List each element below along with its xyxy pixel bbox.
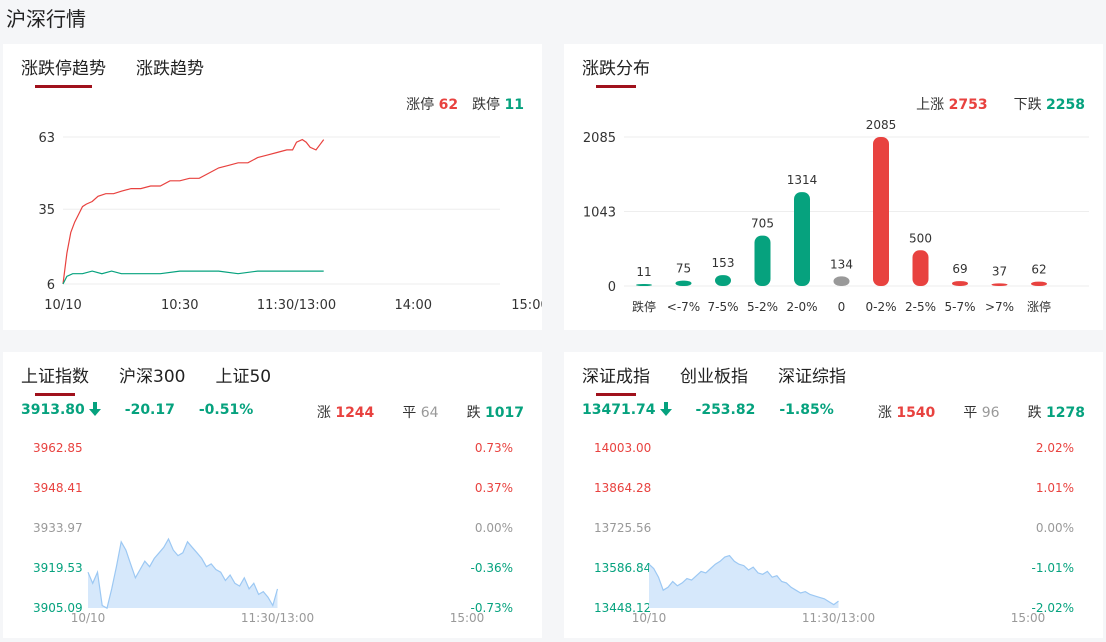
category-label: 涨停 — [1027, 299, 1051, 314]
bar — [636, 284, 652, 286]
bar — [873, 137, 889, 286]
y-tick-label-right: 0.37% — [475, 481, 513, 495]
y-tick-label-left: 3933.97 — [33, 521, 83, 535]
x-tick-label: 10:30 — [161, 298, 198, 313]
bar — [715, 275, 731, 286]
bar — [1031, 281, 1047, 286]
category-label: 5-2% — [747, 300, 778, 314]
limit-trend-chart: 63 35 6 10/10 10:30 11:30/13:00 14:00 15:00 — [38, 131, 542, 313]
x-tick-label: 10/10 — [71, 611, 106, 625]
y-tick-label-left: 13725.56 — [594, 521, 651, 535]
category-label: 5-7% — [944, 300, 975, 314]
y-tick-label-right: 0.73% — [475, 441, 513, 455]
bar-value-label: 75 — [676, 262, 691, 276]
category-label: 0 — [838, 300, 846, 314]
y-tick-label-right: 0.00% — [1036, 521, 1074, 535]
distribution-panel: 涨跌分布 上涨 2753 下跌 2258 2085 1043 0 11 跌停 75 <-7%… — [564, 44, 1103, 330]
category-label: <-7% — [667, 300, 700, 314]
page-title: 沪深行情 — [6, 7, 86, 31]
y-tick-label-left: 3919.53 — [33, 561, 83, 575]
y-tick-label: 35 — [38, 203, 55, 218]
y-tick-label: 6 — [47, 278, 55, 293]
bar — [794, 192, 810, 286]
x-tick-label: 10/10 — [632, 611, 667, 625]
y-tick-label-right: 0.00% — [475, 521, 513, 535]
series-line — [62, 138, 325, 285]
sh-index-panel: 上证指数 沪深300 上证50 3913.80 -20.17 -0.51% 涨 … — [3, 352, 542, 638]
sz-index-panel: 深证成指 创业板指 深证综指 13471.74 -253.82 -1.85% 涨… — [564, 352, 1103, 638]
category-label: 2-5% — [905, 300, 936, 314]
x-tick-label: 11:30/13:00 — [802, 611, 875, 625]
y-tick-label: 1043 — [583, 206, 616, 221]
x-tick-label: 15:00 — [1011, 611, 1046, 625]
y-tick-label-right: 2.02% — [1036, 441, 1074, 455]
bar — [952, 281, 968, 286]
x-tick-label: 15:00 — [450, 611, 485, 625]
bar-value-label: 2085 — [866, 118, 897, 132]
bar-value-label: 1314 — [787, 173, 818, 187]
y-tick-label-right: 1.01% — [1036, 481, 1074, 495]
y-tick-label-left: 14003.00 — [594, 441, 651, 455]
x-tick-label: 10/10 — [44, 298, 81, 313]
distribution-chart: 2085 1043 0 11 跌停 75 <-7% 153 7-5% 705 5-2% 1314 2-0… — [583, 118, 1089, 314]
category-label: 跌停 — [632, 299, 656, 314]
category-label: 2-0% — [786, 300, 817, 314]
bar — [991, 283, 1008, 286]
bar-value-label: 11 — [636, 265, 651, 279]
y-tick-label-left: 13586.84 — [594, 561, 651, 575]
bar — [754, 235, 771, 286]
category-label: >7% — [985, 300, 1014, 314]
bar — [912, 250, 929, 286]
category-label: 7-5% — [707, 300, 738, 314]
y-tick-label: 0 — [608, 280, 616, 295]
y-tick-label-left: 3948.41 — [33, 481, 83, 495]
series-line — [62, 270, 324, 285]
bar — [833, 276, 850, 286]
bar-value-label: 69 — [952, 262, 967, 276]
bar-value-label: 153 — [712, 256, 735, 270]
y-tick-label-right: -1.01% — [1032, 561, 1074, 575]
bar-value-label: 62 — [1031, 263, 1046, 277]
x-tick-label: 15:00 — [511, 298, 542, 313]
y-tick-label: 63 — [38, 131, 55, 146]
bar — [675, 280, 692, 286]
y-tick-label: 2085 — [583, 131, 616, 146]
bar-value-label: 37 — [992, 264, 1007, 278]
bar-value-label: 134 — [830, 257, 853, 271]
price-area — [649, 555, 839, 608]
bar-value-label: 705 — [751, 217, 774, 231]
sh-intraday-chart: 3962.85 0.73% 3948.41 0.37% 3933.97 0.00% 3919… — [33, 441, 513, 625]
limit-trend-panel: 涨跌停趋势 涨跌趋势 涨停 62 跌停 11 63 35 6 10/10 10:30 11… — [3, 44, 542, 330]
x-tick-label: 11:30/13:00 — [241, 611, 314, 625]
bar-value-label: 500 — [909, 231, 932, 245]
y-tick-label-left: 3962.85 — [33, 441, 83, 455]
y-tick-label-left: 13864.28 — [594, 481, 651, 495]
y-tick-label-right: -0.36% — [471, 561, 513, 575]
price-area — [88, 539, 278, 609]
category-label: 0-2% — [865, 300, 896, 314]
sz-intraday-chart: 14003.00 2.02% 13864.28 1.01% 13725.56 0.00% 1… — [594, 441, 1074, 625]
x-tick-label: 14:00 — [395, 298, 432, 313]
x-tick-label: 11:30/13:00 — [257, 298, 336, 313]
